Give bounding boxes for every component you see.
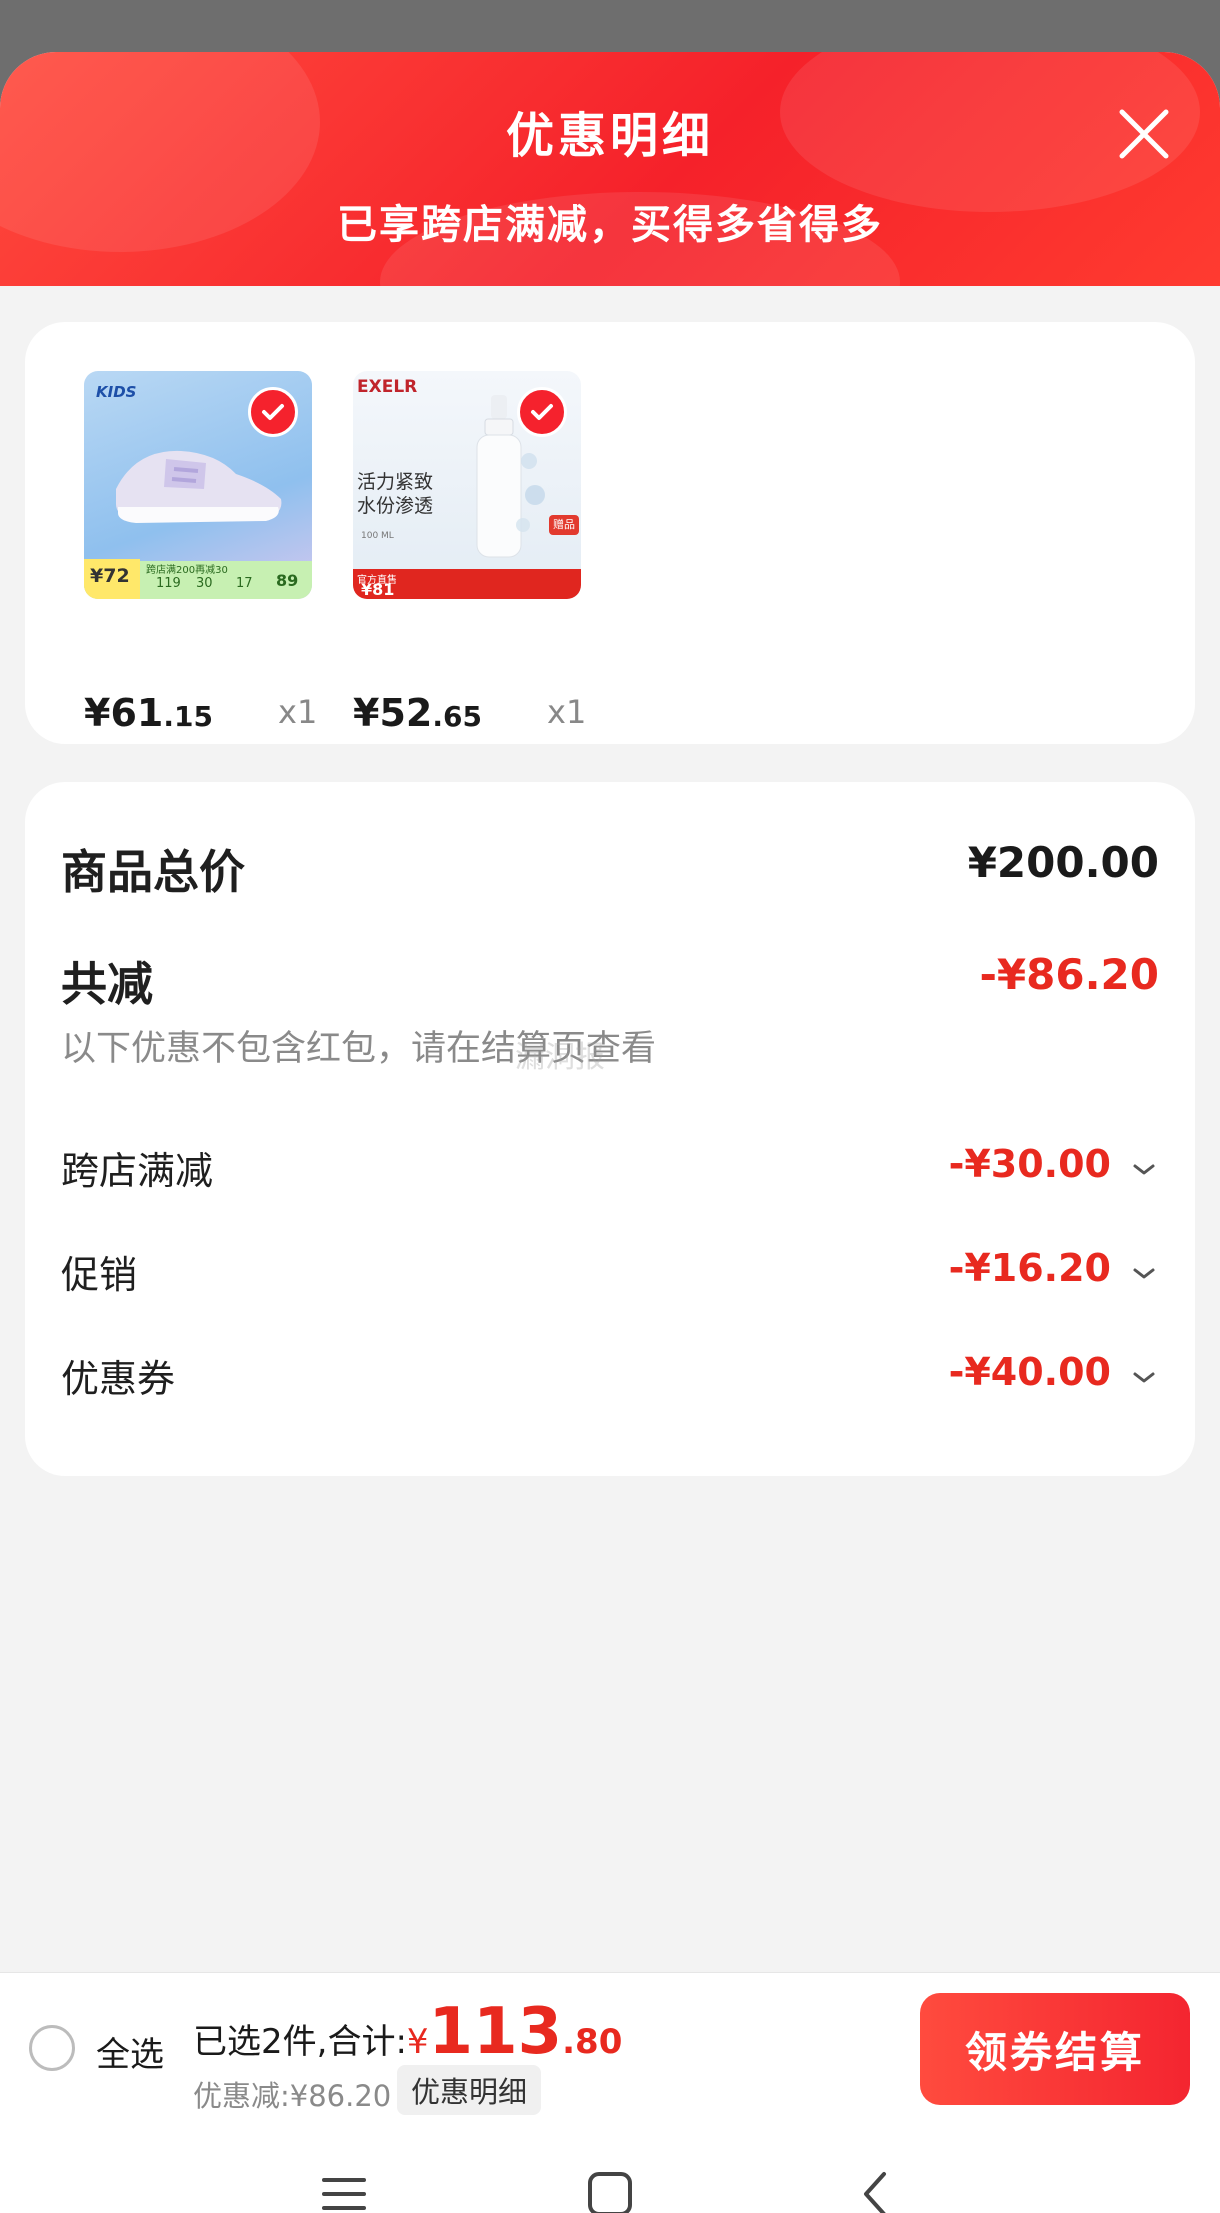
sheet-subtitle: 已享跨店满减，买得多省得多 [337, 202, 883, 248]
home-button[interactable] [580, 2164, 640, 2213]
product-quantity: x1 [547, 693, 587, 731]
price-decimal: .15 [163, 700, 213, 733]
total-currency: ¥ [406, 2022, 429, 2062]
product-price: ¥61.15 [84, 691, 213, 735]
total-reduction-label: 共减 [61, 957, 153, 1011]
thumb-slogan-line: 活力紧致 [357, 471, 434, 493]
select-all-radio[interactable] [29, 2025, 75, 2071]
total-decimal: .80 [562, 2022, 623, 2062]
price-int: ¥52 [353, 691, 433, 735]
chevron-down-icon[interactable] [1129, 1264, 1159, 1284]
sneaker-image [116, 450, 282, 523]
thumb-stat: 119 [156, 576, 181, 591]
product-thumbnail-shoes[interactable]: KIDS ¥72 跨店满200再减30 119 30 17 89 [84, 371, 312, 599]
discount-item-label: 优惠券 [61, 1357, 176, 1401]
thumb-volume: 100 ML [361, 531, 394, 541]
total-summary: 已选2件,合计:¥113.80 [193, 1995, 622, 2069]
thumb-promo-text: 跨店满200再减30 [146, 565, 228, 576]
checkmark-icon [262, 404, 284, 420]
discount-item-value[interactable]: -¥30.00 [949, 1142, 1111, 1186]
back-arrow-icon [864, 2172, 886, 2213]
thumb-stat: 17 [236, 576, 253, 591]
price-decimal: .65 [432, 700, 482, 733]
selected-checkbox[interactable] [248, 387, 298, 437]
products-card: KIDS ¥72 跨店满200再减30 119 30 17 89 ¥61.15 … [25, 322, 1195, 744]
price-summary-card: 商品总价 ¥200.00 共减 -¥86.20 以下优惠不包含红包，请在结算页查… [25, 782, 1195, 1476]
thumb-price-tag: ¥81 [361, 580, 395, 599]
watermark: 漏洞报 [515, 1040, 605, 1075]
discount-item-label: 促销 [61, 1253, 138, 1297]
menu-icon [322, 2178, 366, 2210]
thumb-stat: 30 [196, 576, 213, 591]
chevron-down-icon[interactable] [1129, 1160, 1159, 1180]
system-nav-bar [0, 2122, 1220, 2213]
thumb-price-tag: ¥72 [90, 565, 130, 587]
discount-detail-button[interactable]: 优惠明细 [397, 2065, 542, 2115]
checkout-bar: 全选 已选2件,合计:¥113.80 优惠减:¥86.20 优惠明细 领券结算 [0, 1972, 1220, 2123]
product-thumbnail-essence[interactable]: EXELR 活力紧致 水份渗透 100 ML 赠品 官方直售 ¥81 [353, 371, 581, 599]
chevron-down-icon[interactable] [1129, 1368, 1159, 1388]
discount-detail-sheet: 优惠明细 已享跨店满减，买得多省得多 KIDS ¥72 跨店满200再减30 1… [0, 52, 1220, 2213]
thumb-brand: EXELR [357, 377, 418, 397]
sheet-title: 优惠明细 [505, 108, 714, 164]
back-button[interactable] [846, 2164, 906, 2213]
discount-item-value[interactable]: -¥16.20 [949, 1246, 1111, 1290]
close-button[interactable] [1114, 104, 1174, 164]
thumb-slogan-line: 水份渗透 [357, 495, 434, 517]
saved-amount: 优惠减:¥86.20 [193, 2079, 392, 2113]
thumb-gift-badge: 赠品 [549, 515, 579, 535]
total-price-value: ¥200.00 [967, 838, 1159, 887]
product-price: ¥52.65 [353, 691, 482, 735]
checkout-button[interactable]: 领券结算 [920, 1993, 1190, 2105]
total-integer: 113 [428, 1995, 563, 2069]
discount-item-value[interactable]: -¥40.00 [949, 1350, 1111, 1394]
checkmark-icon [531, 404, 553, 420]
thumb-brand: KIDS [96, 383, 137, 401]
selected-count-label: 已选2件,合计: [193, 2022, 407, 2062]
thumb-stat: 89 [276, 571, 299, 590]
menu-button[interactable] [314, 2164, 374, 2213]
sheet-header: 优惠明细 已享跨店满减，买得多省得多 [0, 52, 1220, 286]
total-price-label: 商品总价 [61, 845, 245, 899]
home-square-icon [588, 2172, 632, 2213]
select-all-label[interactable]: 全选 [96, 2027, 164, 2076]
close-icon [1119, 109, 1169, 159]
product-quantity: x1 [278, 693, 318, 731]
selected-checkbox[interactable] [517, 387, 567, 437]
total-reduction-value: -¥86.20 [979, 950, 1159, 999]
price-int: ¥61 [84, 691, 164, 735]
discount-item-label: 跨店满减 [61, 1149, 214, 1193]
